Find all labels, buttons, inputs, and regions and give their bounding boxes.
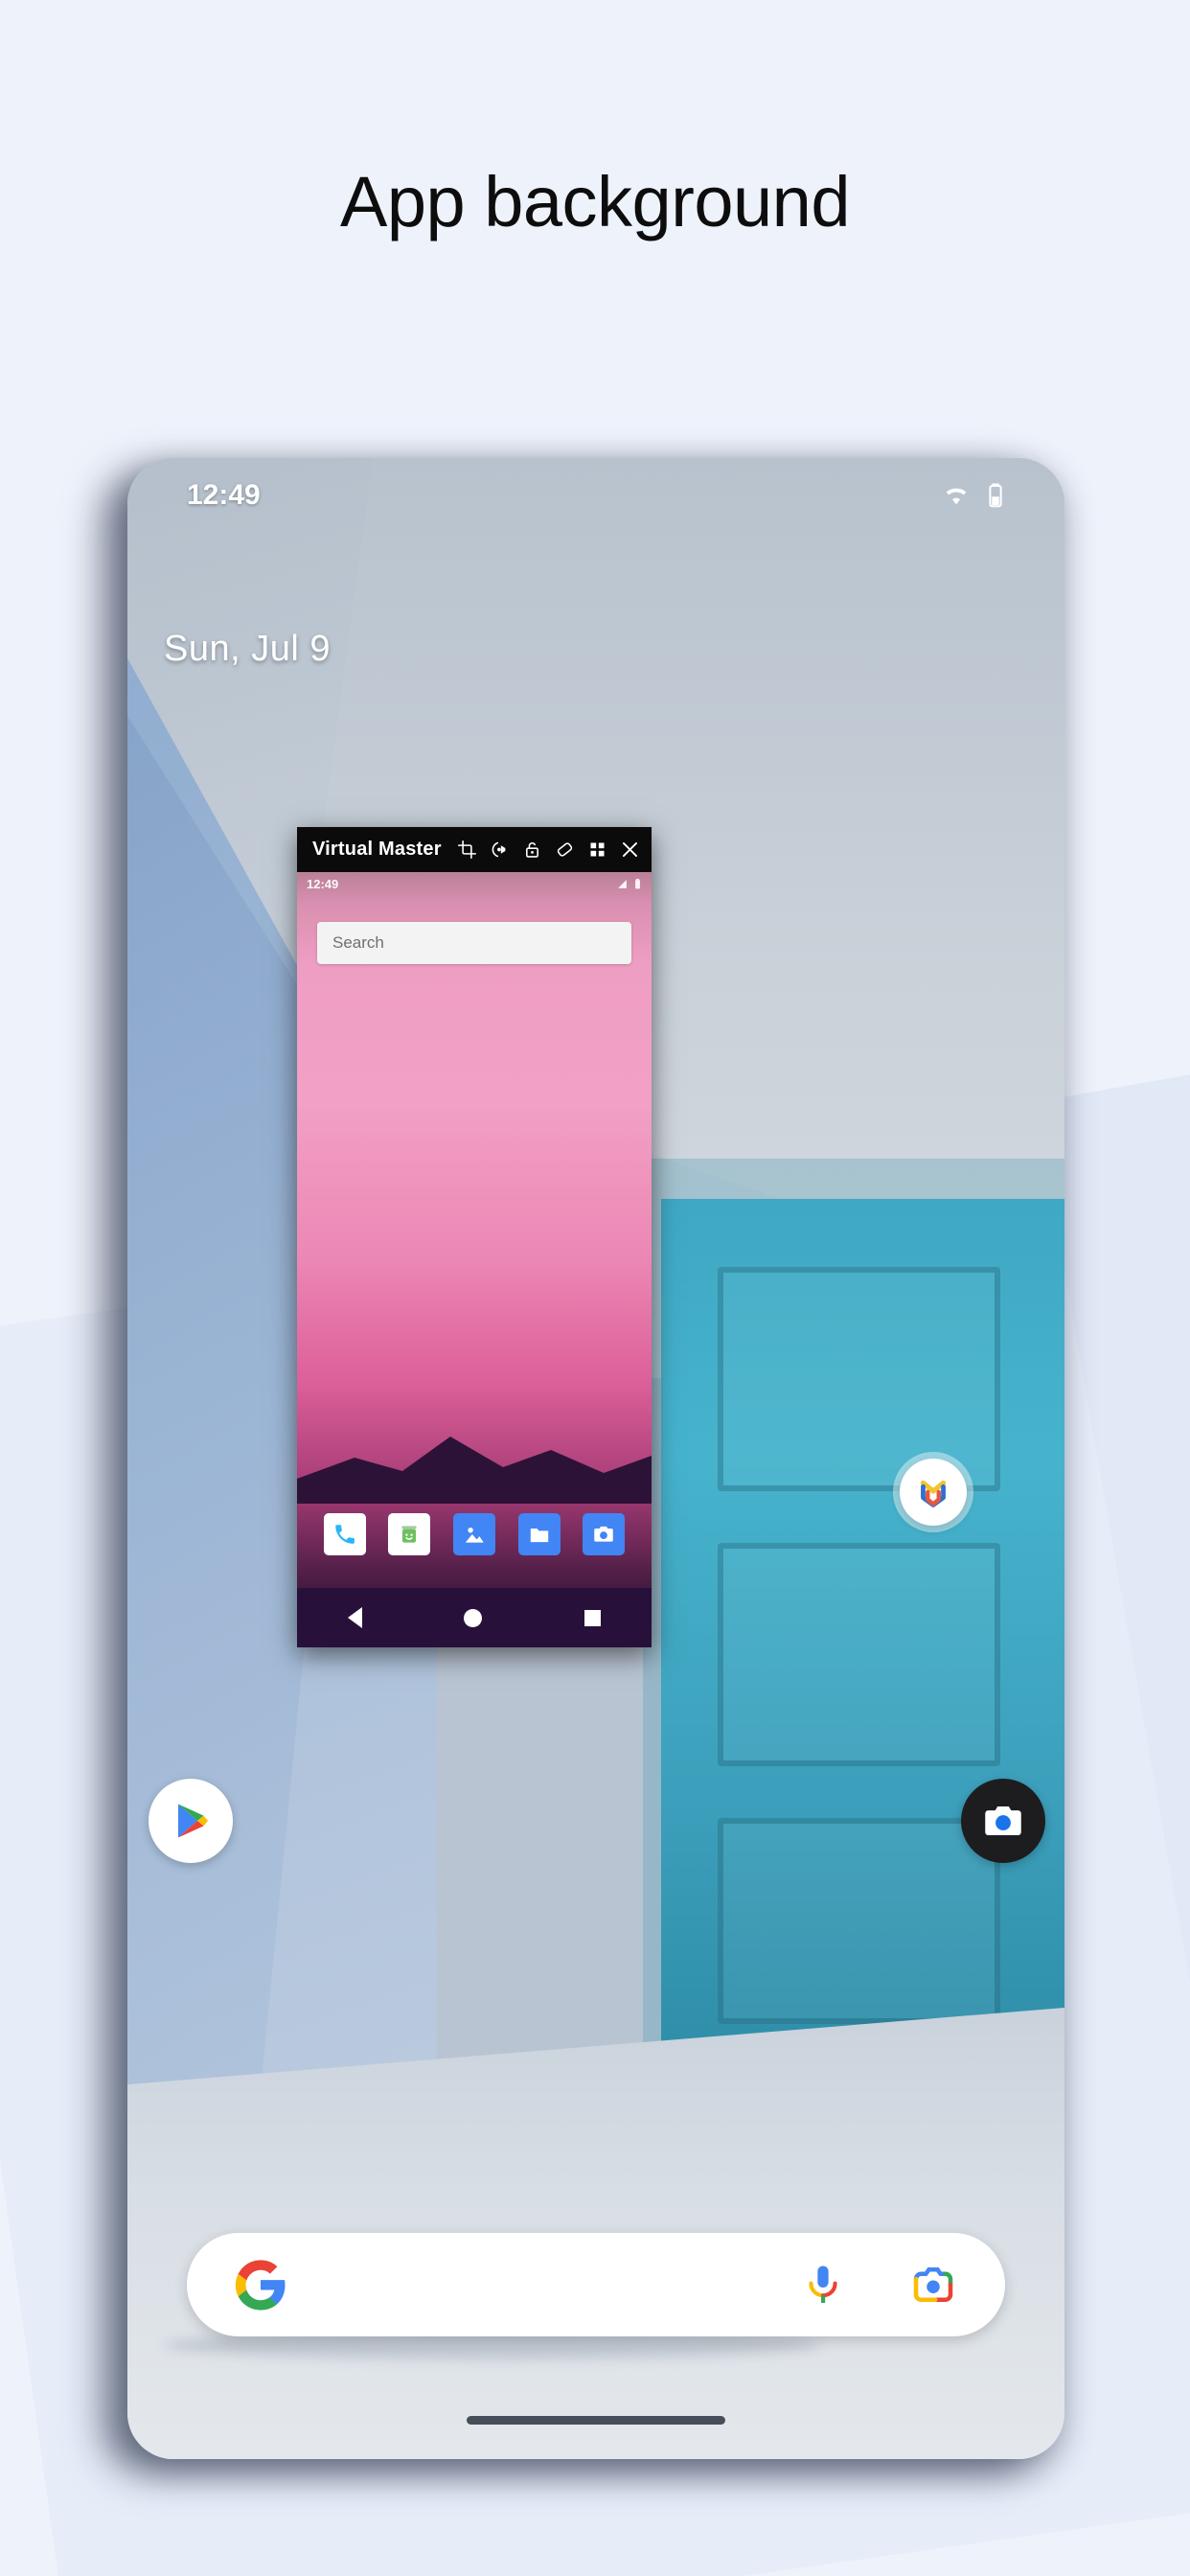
phone-status-bar: 12:49 — [127, 458, 1064, 533]
search-placeholder: Search — [332, 933, 384, 952]
messages-glyph-icon — [401, 1526, 417, 1543]
wifi-icon — [946, 488, 967, 505]
lock-screen-date: Sun, Jul 9 — [164, 629, 331, 669]
camera-shortcut-icon — [985, 1806, 1021, 1835]
lock-icon[interactable] — [522, 840, 542, 860]
floating-window-toolbar — [457, 840, 640, 860]
wallpaper-teal-door — [661, 1198, 1064, 2059]
close-icon[interactable] — [620, 840, 640, 860]
phone-device: 12:49 Sun, Jul 9 Virtual Master 12:49 Se… — [127, 458, 1064, 2459]
play-store-icon — [178, 1804, 208, 1838]
phone-status-time: 12:49 — [187, 479, 261, 511]
nav-back-button[interactable] — [348, 1607, 363, 1628]
battery-icon — [989, 483, 1002, 508]
grid-apps-icon[interactable] — [587, 840, 607, 860]
page-title: App background — [340, 162, 850, 242]
voice-search-icon[interactable] — [798, 2260, 848, 2310]
camera-glyph-icon — [594, 1526, 613, 1542]
google-g-icon — [235, 2260, 286, 2311]
phone-status-icons — [942, 481, 1005, 510]
door-panel-middle — [718, 1542, 1000, 1767]
nav-recents-button[interactable] — [584, 1609, 601, 1626]
door-panel-bottom — [718, 1817, 1000, 2025]
search-input[interactable]: Search — [317, 922, 631, 964]
volume-icon[interactable] — [490, 840, 510, 860]
floating-window-screen: 12:49 Search — [297, 872, 652, 1647]
files-glyph-icon — [530, 1529, 548, 1543]
floating-window[interactable]: Virtual Master 12:49 Search — [297, 827, 652, 1647]
wallpaper-mountain-silhouette — [297, 1437, 652, 1504]
camera-app-icon[interactable] — [583, 1513, 626, 1555]
home-indicator[interactable] — [467, 2416, 725, 2425]
camera-shortcut[interactable] — [961, 1779, 1045, 1863]
nav-home-button[interactable] — [464, 1608, 483, 1627]
virtual-master-badge[interactable] — [900, 1459, 967, 1526]
inner-status-time: 12:49 — [307, 876, 339, 891]
gallery-glyph-icon — [465, 1527, 484, 1543]
google-lens-icon[interactable] — [907, 2259, 959, 2311]
phone-glyph-icon — [335, 1525, 355, 1544]
signal-icon — [618, 879, 627, 888]
door-panel-top — [718, 1267, 1000, 1491]
inner-status-bar: 12:49 — [297, 872, 652, 895]
floating-window-title: Virtual Master — [312, 839, 442, 860]
messages-app-icon[interactable] — [388, 1513, 431, 1555]
inner-nav-bar — [297, 1588, 652, 1647]
page-root: App background 12:49 Sun, Jul 9 Virtual … — [0, 0, 1190, 2576]
files-app-icon[interactable] — [517, 1513, 561, 1555]
inner-dock — [297, 1513, 652, 1555]
google-search-actions — [798, 2259, 959, 2311]
inner-status-icons — [616, 878, 642, 890]
virtual-master-logo-icon — [920, 1480, 947, 1507]
rotate-icon[interactable] — [555, 840, 575, 860]
gallery-app-icon[interactable] — [452, 1513, 495, 1555]
phone-app-icon[interactable] — [323, 1513, 366, 1555]
crop-resize-icon[interactable] — [457, 840, 477, 860]
google-search-bar[interactable] — [187, 2233, 1005, 2336]
floating-window-titlebar[interactable]: Virtual Master — [297, 827, 652, 872]
play-store-shortcut[interactable] — [149, 1779, 233, 1863]
battery-icon — [635, 878, 640, 888]
